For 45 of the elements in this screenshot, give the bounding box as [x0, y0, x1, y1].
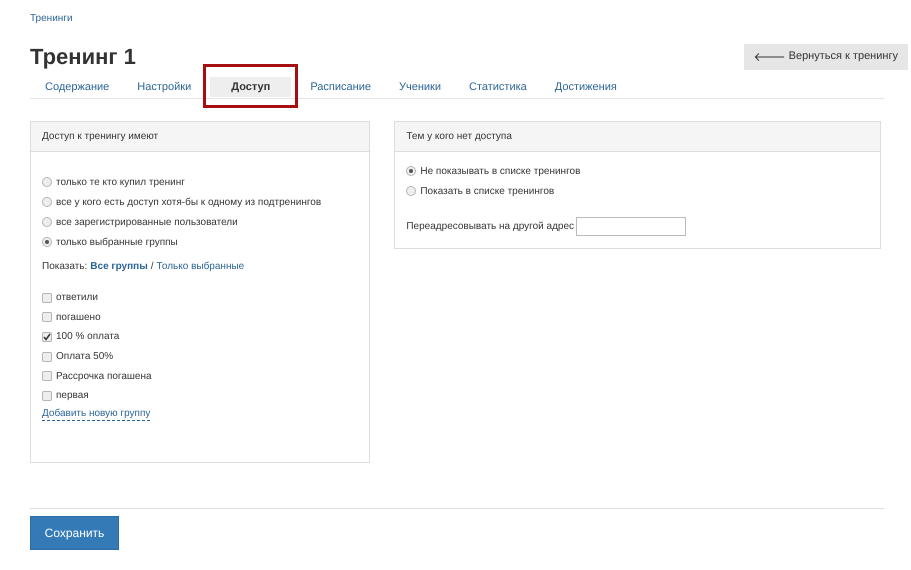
radio-label: Показать в списке тренингов	[420, 184, 554, 198]
separator: /	[150, 260, 154, 274]
checkbox[interactable]	[42, 312, 52, 322]
checkbox-label: 100 % оплата	[56, 330, 120, 344]
checkbox-label: Рассрочка погашена	[56, 370, 152, 384]
radio-label: Не показывать в списке тренингов	[420, 164, 580, 178]
checkbox-label: первая	[56, 389, 89, 404]
redirect-label: Переадресовывать на другой адрес	[406, 220, 574, 234]
tab[interactable]: Достижения	[546, 77, 626, 97]
breadcrumb-link[interactable]: Тренинги	[30, 11, 881, 26]
radio-button[interactable]	[42, 237, 52, 247]
arrow-icon: 🡐	[754, 48, 786, 66]
redirect-input-field[interactable]	[576, 217, 686, 236]
filter-link[interactable]: Только выбранные	[156, 258, 244, 274]
radio-label: все зарегистрированные пользователи	[56, 216, 238, 230]
radio-label: только те кто купил тренинг	[56, 176, 185, 190]
save-button[interactable]: Сохранить	[30, 516, 119, 550]
checkbox[interactable]	[42, 371, 52, 382]
panel-title: Доступ к тренингу имеют	[42, 130, 158, 144]
radio-button[interactable]	[406, 186, 416, 196]
radio-label: только выбранные группы	[56, 236, 178, 250]
checkbox[interactable]	[42, 332, 52, 342]
checkbox-label: ответили	[56, 291, 98, 306]
tab[interactable]: Доступ	[210, 77, 292, 97]
tab[interactable]: Ученики	[390, 77, 450, 97]
radio-button[interactable]	[406, 166, 416, 176]
panel-title: Тем у кого нет доступа	[406, 130, 512, 144]
back-button[interactable]: 🡐 Вернуться к тренингу	[744, 44, 908, 70]
checkbox[interactable]	[42, 352, 52, 362]
radio-button[interactable]	[42, 217, 52, 227]
page-title: Тренинг 1	[30, 43, 136, 71]
radio-label: все у кого есть доступ хотя-бы к одному из подтренингов	[56, 196, 322, 210]
add-group-link[interactable]: Добавить новую группу	[42, 408, 150, 421]
tab[interactable]: Статистика	[460, 77, 536, 97]
checkbox[interactable]	[42, 292, 52, 303]
checkbox-label: погашено	[56, 310, 101, 325]
checkbox[interactable]	[42, 390, 52, 401]
checkbox-label: Оплата 50%	[56, 350, 114, 364]
filter-label: Показать:	[42, 260, 88, 274]
radio-button[interactable]	[42, 197, 52, 207]
filter-link[interactable]: Все группы	[90, 258, 148, 274]
radio-button[interactable]	[42, 177, 52, 187]
tab[interactable]: Содержание	[36, 77, 118, 97]
tab[interactable]: Настройки	[128, 77, 200, 97]
tab[interactable]: Расписание	[301, 77, 380, 97]
